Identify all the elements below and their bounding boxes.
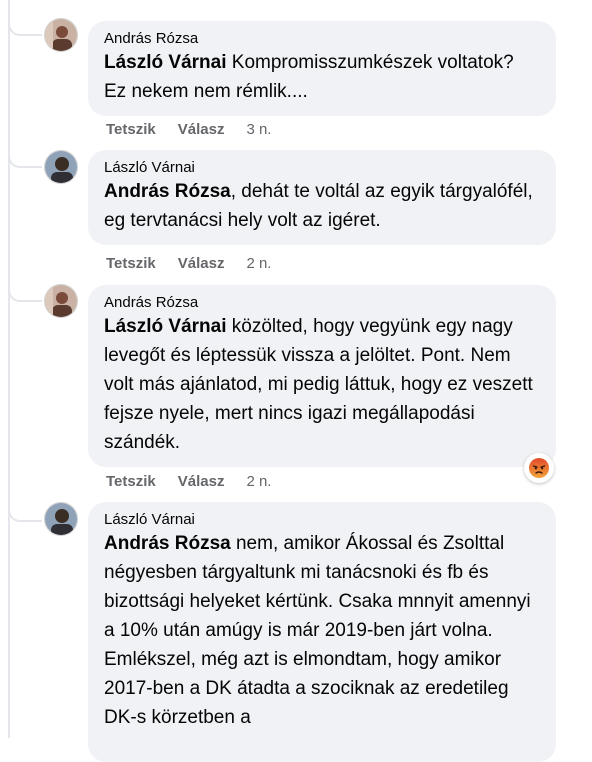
thread-branch <box>8 500 42 522</box>
avatar[interactable] <box>44 502 78 536</box>
mention-link[interactable]: László Várnai <box>104 52 227 73</box>
comment-text: András Rózsa, dehát te voltál az egyik t… <box>104 177 540 235</box>
avatar[interactable] <box>44 150 78 184</box>
like-button[interactable]: Tetszik <box>106 121 156 138</box>
angry-reaction-icon <box>529 458 549 478</box>
thread-line <box>8 0 10 738</box>
comment-author[interactable]: László Várnai <box>104 511 540 528</box>
comment-timestamp[interactable]: 3 n. <box>246 121 271 138</box>
reply-button[interactable]: Válasz <box>178 121 225 138</box>
thread-branch <box>8 146 42 168</box>
thread-branch <box>8 280 42 302</box>
reply-button[interactable]: Válasz <box>178 255 225 272</box>
mention-link[interactable]: András Rózsa <box>104 533 231 554</box>
like-button[interactable]: Tetszik <box>106 255 156 272</box>
avatar[interactable] <box>44 284 78 318</box>
comment-author[interactable]: László Várnai <box>104 159 540 176</box>
like-button[interactable]: Tetszik <box>106 473 156 490</box>
comment-actions: Tetszik Válasz 2 n. <box>106 473 271 490</box>
comment-text: András Rózsa nem, amikor Ákossal és Zsol… <box>104 529 540 732</box>
comment-bubble: András Rózsa László Várnai közölted, hog… <box>88 285 556 467</box>
comment-actions: Tetszik Válasz 2 n. <box>106 255 271 272</box>
mention-link[interactable]: András Rózsa <box>104 181 231 202</box>
thread-branch <box>8 14 42 36</box>
comment-bubble: László Várnai András Rózsa, dehát te vol… <box>88 150 556 245</box>
comment-author[interactable]: András Rózsa <box>104 30 540 47</box>
comment-bubble: László Várnai András Rózsa nem, amikor Á… <box>88 502 556 762</box>
comment-author[interactable]: András Rózsa <box>104 294 540 311</box>
reaction-badge[interactable] <box>524 453 554 483</box>
comment-body: nem, amikor Ákossal és Zsolttal négyesbe… <box>104 533 531 728</box>
comment-timestamp[interactable]: 2 n. <box>246 255 271 272</box>
mention-link[interactable]: László Várnai <box>104 316 227 337</box>
reply-button[interactable]: Válasz <box>178 473 225 490</box>
comment-bubble: András Rózsa László Várnai Kompromisszum… <box>88 21 556 116</box>
avatar[interactable] <box>44 18 78 52</box>
comment-text: László Várnai Kompromisszumkészek voltat… <box>104 48 540 106</box>
comment-actions: Tetszik Válasz 3 n. <box>106 121 271 138</box>
comment-timestamp[interactable]: 2 n. <box>246 473 271 490</box>
comment-text: László Várnai közölted, hogy vegyünk egy… <box>104 312 540 457</box>
